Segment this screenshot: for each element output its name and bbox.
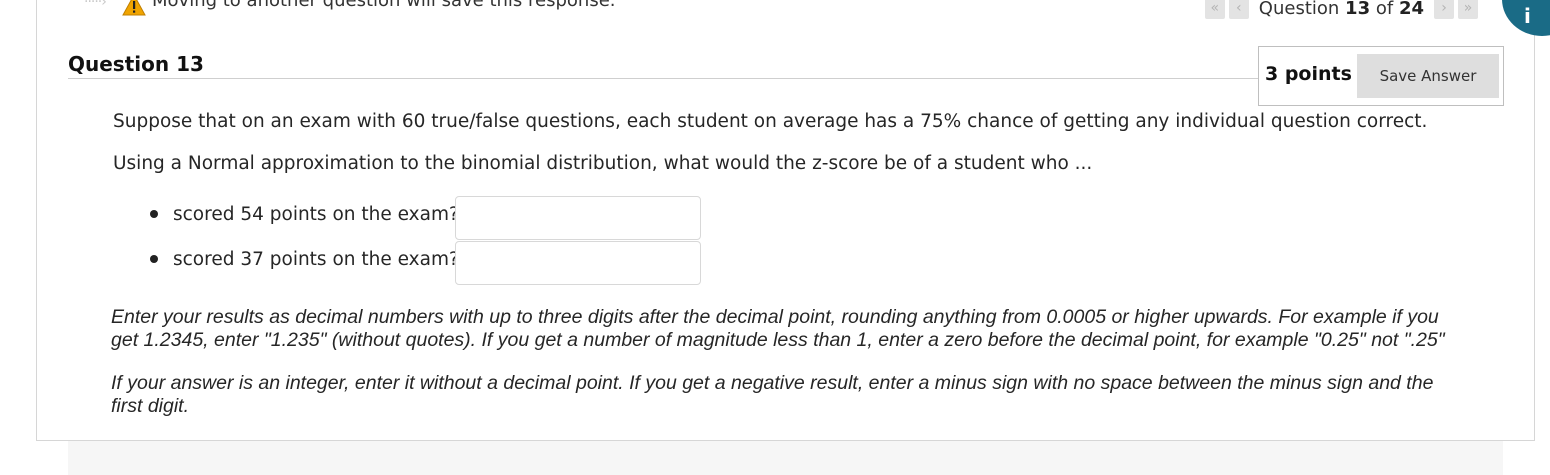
list-item: scored 37 points on the exam? [150,241,710,286]
question-counter-total: 24 [1398,0,1424,19]
title-divider [68,78,1258,79]
question-title: Question 13 [68,52,204,76]
bullet-dot [150,210,158,218]
previous-question-button[interactable]: ‹ [1228,0,1249,19]
top-bar: ·····› Moving to another question will s… [0,0,1550,22]
arrow-hint-icon: ·····› [84,0,107,10]
warning-triangle-icon [122,0,146,16]
answer-input-2[interactable] [455,241,701,285]
question-counter-of: of [1375,0,1394,19]
question-counter: Question 13 of 24 [1253,0,1430,19]
item-label: scored 37 points on the exam? [173,249,459,270]
list-item: scored 54 points on the exam? [150,196,710,241]
save-warning-text: Moving to another question will save thi… [152,0,616,11]
save-answer-button[interactable]: Save Answer [1357,54,1499,98]
answer-list: scored 54 points on the exam? scored 37 … [150,196,710,286]
question-counter-prefix: Question [1258,0,1340,19]
page-margin [0,441,68,475]
bullet-dot [150,255,158,263]
question-counter-current: 13 [1345,0,1371,19]
instructions-rounding: Enter your results as decimal numbers wi… [111,306,1445,351]
answer-input-1[interactable] [455,196,701,240]
next-question-button[interactable]: › [1434,0,1454,19]
info-icon: i [1524,4,1531,28]
next-section-strip [68,441,1503,475]
item-label: scored 54 points on the exam? [173,204,459,225]
question-subprompt: Using a Normal approximation to the bino… [113,153,1093,174]
first-question-button[interactable]: « [1204,0,1225,19]
question-navigator: « ‹ Question 13 of 24 › » [1204,0,1478,20]
last-question-button[interactable]: » [1458,0,1478,19]
question-prompt: Suppose that on an exam with 60 true/fal… [113,111,1428,132]
points-box: 3 points Save Answer [1258,46,1504,106]
instructions-integer: If your answer is an integer, enter it w… [111,372,1434,417]
points-label: 3 points [1265,63,1352,85]
